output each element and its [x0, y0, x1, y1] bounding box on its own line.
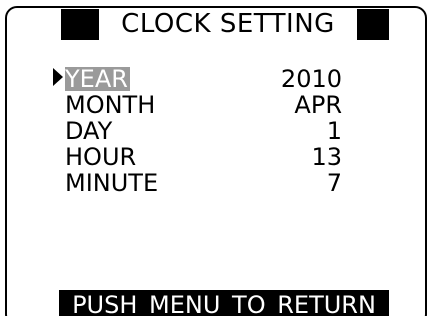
month-value: APR — [294, 91, 342, 119]
title-bar: CLOCK SETTING — [61, 9, 389, 40]
return-hint: PUSH MENU TO RETURN — [59, 290, 389, 316]
clock-setting-screen: CLOCK SETTING YEAR 2010 MONTH APR DAY 1 … — [0, 0, 441, 316]
right-triangle-icon — [53, 68, 63, 86]
minute-value: 7 — [326, 169, 342, 197]
year-value: 2010 — [280, 65, 342, 93]
menu-item-day[interactable]: DAY — [65, 119, 112, 143]
day-value: 1 — [326, 117, 342, 145]
menu-item-month[interactable]: MONTH — [65, 93, 155, 117]
menu-item-hour[interactable]: HOUR — [65, 145, 136, 169]
screen-title: CLOCK SETTING — [99, 9, 357, 40]
menu-item-minute[interactable]: MINUTE — [65, 171, 158, 195]
hour-value: 13 — [311, 143, 342, 171]
menu-item-year[interactable]: YEAR — [65, 67, 130, 91]
